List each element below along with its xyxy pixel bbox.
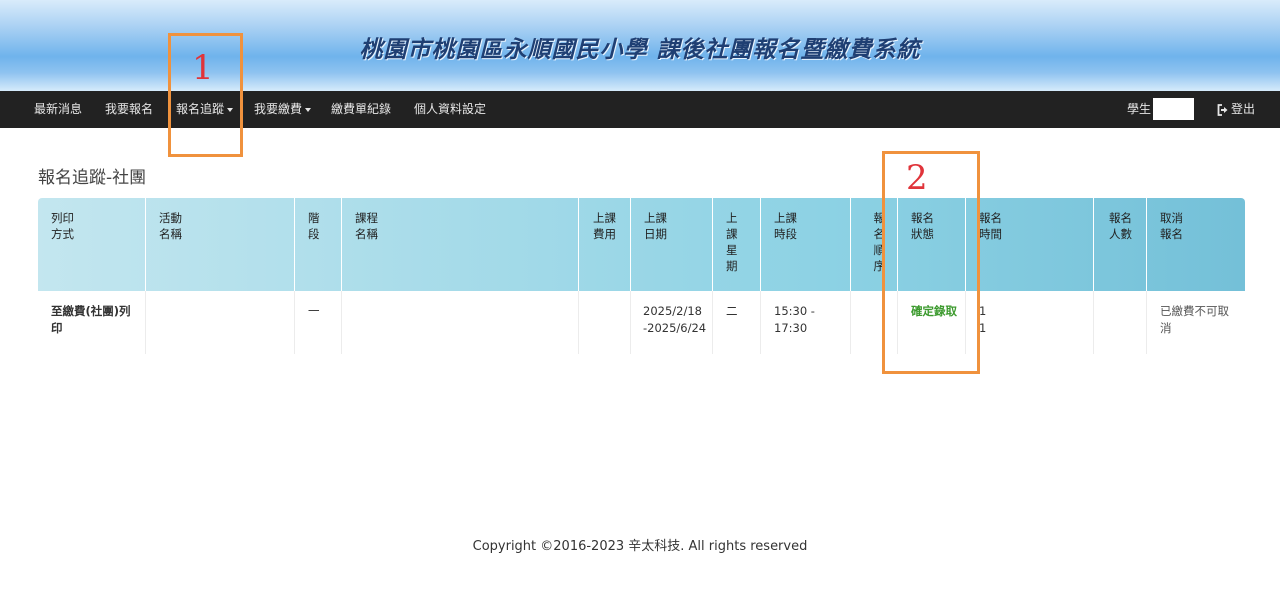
cell-dates: 2025/2/18 -2025/6/24 [630,291,712,354]
nav-item-label: 最新消息 [34,102,83,116]
cell-text: 1 1 [979,304,987,335]
column-header-time: 上課 時段 [760,198,850,291]
column-header-label: 上課 費用 [593,211,616,241]
cell-reg-time: 1 1 [965,291,1093,354]
nav-item-label: 繳費單紀錄 [331,102,392,116]
column-header-label: 上 課 星 期 [726,211,738,273]
column-header-label: 列印 方式 [51,211,74,241]
cell-text: 2025/2/18 -2025/6/24 [643,304,707,335]
user-name-box [1153,98,1194,120]
cell-fee [578,291,630,354]
column-header-label: 階 段 [308,211,320,241]
column-header-activity: 活動 名稱 [145,198,294,291]
cell-text: 15:30 - 17:30 [774,304,815,335]
cell-stage: 一 [294,291,341,354]
column-header-dates: 上課 日期 [630,198,712,291]
column-header-reg-time: 報名 時間 [965,198,1093,291]
column-header-label: 課程 名稱 [355,211,378,241]
column-header-weekday: 上 課 星 期 [712,198,760,291]
nav-item-news[interactable]: 最新消息 [34,91,82,128]
nav-item-payment[interactable]: 我要繳費 [254,91,312,128]
column-header-cancel: 取消 報名 [1146,198,1245,291]
nav-item-profile[interactable]: 個人資料設定 [414,91,486,128]
column-header-course: 課程 名稱 [341,198,578,291]
tracking-table: 列印 方式 活動 名稱 階 段 課程 名稱 上課 費用 上課 日期 上 課 星 … [38,198,1245,354]
column-header-label: 報名 時間 [979,211,1002,241]
column-header-label: 上課 日期 [644,211,667,241]
user-label: 學生 [1127,91,1151,128]
column-header-label: 報名 人數 [1109,211,1132,241]
cell-weekday: 二 [712,291,760,354]
column-header-label: 上課 時段 [774,211,797,241]
cell-cancel: 已繳費不可取消 [1146,291,1245,354]
cell-course [341,291,578,354]
cell-activity [145,291,294,354]
column-header-count: 報名 人數 [1093,198,1146,291]
nav-item-label: 個人資料設定 [414,102,487,116]
cell-text: 二 [726,304,738,318]
nav-item-label: 我要報名 [105,102,154,116]
annotation-number-2: 2 [906,158,928,198]
nav-item-payment-records[interactable]: 繳費單紀錄 [331,91,391,128]
annotation-number-1: 1 [192,48,214,88]
annotation-box-2 [882,151,980,374]
column-header-stage: 階 段 [294,198,341,291]
logout-label: 登出 [1231,102,1256,116]
table-row: 至繳費(社團)列印 一 2025/2/18 -2025/6/24 二 15:30… [38,291,1245,354]
footer-copyright: Copyright ©2016-2023 辛太科技. All rights re… [472,539,808,554]
column-header-print-method: 列印 方式 [38,198,145,291]
page-title: 報名追蹤-社團 [38,168,147,188]
column-header-label: 取消 報名 [1160,211,1183,241]
user-label-text: 學生 [1127,102,1152,116]
cell-text: 已繳費不可取消 [1160,304,1229,335]
cell-print-method: 至繳費(社團)列印 [38,291,145,354]
cell-text: 至繳費(社團)列印 [51,304,131,335]
cell-text: 一 [308,304,320,318]
logout-icon [1217,103,1228,116]
caret-down-icon [305,107,312,112]
nav-item-register[interactable]: 我要報名 [105,91,153,128]
nav-item-label: 我要繳費 [254,102,303,116]
cell-count [1093,291,1146,354]
column-header-label: 活動 名稱 [159,211,182,241]
cell-time: 15:30 - 17:30 [760,291,850,354]
logout-link[interactable]: 登出 [1217,91,1255,128]
column-header-fee: 上課 費用 [578,198,630,291]
table-header: 列印 方式 活動 名稱 階 段 課程 名稱 上課 費用 上課 日期 上 課 星 … [38,198,1245,291]
